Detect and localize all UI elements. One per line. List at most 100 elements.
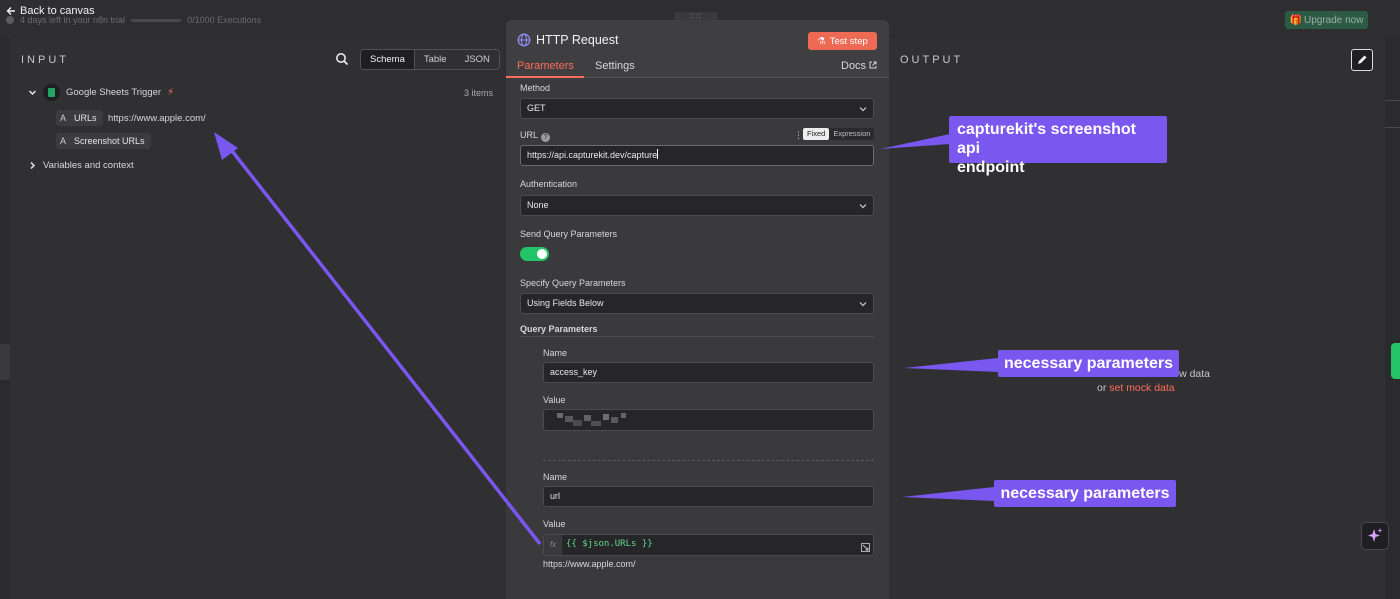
authentication-select[interactable]: None: [520, 195, 874, 216]
value-mode-toggle: Fixed Expression: [803, 128, 875, 140]
node-title[interactable]: HTTP Request: [536, 33, 618, 47]
flask-icon: ⚗: [817, 35, 826, 47]
trial-text: 4 days left in your n8n trial: [20, 15, 126, 25]
field-name: URLs: [74, 113, 97, 123]
query-params-label: Query Parameters: [520, 324, 598, 334]
param-name-input[interactable]: access_key: [543, 362, 874, 383]
url-label-text: URL: [520, 130, 539, 140]
globe-icon: [517, 33, 531, 47]
input-panel: INPUT Schema Table JSON Google Sheets Tr…: [10, 38, 506, 599]
variables-label: Variables and context: [43, 160, 134, 171]
field-chip-screenshot-urls[interactable]: A Screenshot URLs: [56, 133, 151, 149]
info-icon: [6, 16, 14, 24]
trigger-name: Google Sheets Trigger: [66, 87, 162, 98]
field-value: https://www.apple.com/: [108, 113, 206, 124]
executions-count: 0/1000 Executions: [187, 15, 262, 25]
specify-query-select[interactable]: Using Fields Below: [520, 293, 874, 314]
send-query-label: Send Query Parameters: [520, 229, 618, 239]
param-name-label: Name: [543, 472, 568, 482]
url-input[interactable]: https://api.capturekit.dev/capture: [520, 145, 874, 166]
set-mock-data-link[interactable]: set mock data: [1109, 382, 1174, 394]
node-settings-panel: HTTP Request ⚗ Test step Parameters Sett…: [506, 20, 889, 599]
param-name-value: access_key: [550, 367, 598, 377]
chevron-right-icon[interactable]: [28, 161, 37, 170]
edit-output-button[interactable]: [1351, 49, 1373, 71]
section-divider: [520, 336, 874, 337]
url-label: URL?: [520, 130, 551, 142]
callout-line: capturekit's screenshot api: [957, 121, 1136, 157]
param-value-label: Value: [543, 395, 566, 405]
chevron-down-icon[interactable]: [28, 88, 37, 97]
gift-icon: 🎁: [1289, 14, 1302, 26]
callout-endpoint: capturekit's screenshot api endpoint: [949, 116, 1167, 176]
trigger-node-row[interactable]: Google Sheets Trigger ⚡: [28, 84, 174, 101]
node-header: HTTP Request ⚗ Test step Parameters Sett…: [506, 20, 889, 78]
search-icon[interactable]: [335, 52, 349, 66]
chevron-down-icon: [859, 107, 867, 112]
google-sheets-icon: [43, 84, 60, 101]
test-step-button[interactable]: ⚗ Test step: [808, 32, 877, 50]
method-select[interactable]: GET: [520, 98, 874, 119]
param-name-label: Name: [543, 348, 568, 358]
authentication-value: None: [527, 200, 549, 210]
input-title: INPUT: [21, 54, 69, 66]
variables-row[interactable]: Variables and context: [28, 160, 134, 171]
method-label: Method: [520, 83, 551, 93]
text-cursor: [657, 149, 659, 159]
text-type-icon: A: [59, 113, 66, 123]
param-name-input[interactable]: url: [543, 486, 874, 507]
items-count: 3 items: [464, 88, 494, 98]
chevron-down-icon: [859, 204, 867, 209]
chevron-down-icon: [859, 302, 867, 307]
fx-icon: fx: [544, 535, 562, 555]
upgrade-button[interactable]: 🎁 Upgrade now: [1285, 11, 1368, 29]
tab-parameters[interactable]: Parameters: [517, 60, 574, 72]
bolt-icon: ⚡: [167, 87, 175, 98]
redacted-value: [557, 413, 626, 426]
url-value: https://api.capturekit.dev/capture: [527, 150, 658, 160]
specify-query-value: Using Fields Below: [527, 298, 604, 308]
sparkle-icon: [1368, 528, 1383, 542]
param-separator: [543, 460, 874, 461]
expression-result: https://www.apple.com/: [543, 559, 636, 569]
method-value: GET: [527, 103, 546, 113]
expand-icon[interactable]: [861, 543, 870, 552]
mock-data-line: or set mock data: [1097, 382, 1175, 394]
param-value-label: Value: [543, 519, 566, 529]
expression-text: {{ $json.URLs }}: [566, 539, 653, 549]
tab-settings[interactable]: Settings: [595, 60, 635, 72]
right-node-handle[interactable]: [1391, 343, 1400, 379]
docs-label: Docs: [841, 60, 867, 72]
mode-expression[interactable]: Expression: [829, 128, 874, 140]
callout-params: necessary parameters: [998, 350, 1179, 377]
toggle-knob: [537, 249, 547, 259]
view-json[interactable]: JSON: [456, 50, 499, 69]
ai-assistant-button[interactable]: [1361, 522, 1389, 550]
param-expression-input[interactable]: fx {{ $json.URLs }}: [543, 534, 874, 556]
field-chip-urls[interactable]: A URLs: [56, 110, 103, 126]
pencil-icon: [1358, 55, 1367, 64]
external-link-icon: [869, 61, 877, 69]
authentication-label: Authentication: [520, 179, 578, 189]
more-options-icon[interactable]: ⋮: [794, 130, 803, 141]
param-name-value: url: [550, 491, 561, 501]
mode-fixed[interactable]: Fixed: [803, 128, 830, 140]
view-switcher: Schema Table JSON: [360, 49, 500, 70]
send-query-toggle[interactable]: [520, 247, 549, 261]
view-schema[interactable]: Schema: [361, 50, 415, 69]
callout-params: necessary parameters: [994, 480, 1176, 507]
canvas-left-edge: [0, 38, 10, 599]
field-name: Screenshot URLs: [74, 136, 145, 146]
test-label: Test step: [829, 35, 868, 47]
canvas-right-item: [1385, 100, 1400, 128]
mock-prefix: or: [1097, 382, 1110, 394]
help-icon[interactable]: ?: [541, 133, 551, 142]
text-type-icon: A: [59, 136, 66, 146]
active-tab-indicator: [506, 76, 584, 78]
trial-info: 4 days left in your n8n trial 0/1000 Exe…: [6, 15, 261, 25]
specify-query-label: Specify Query Parameters: [520, 278, 626, 288]
executions-progress: [131, 18, 182, 22]
callout-line: endpoint: [957, 159, 1025, 176]
docs-link[interactable]: Docs: [841, 60, 877, 72]
view-table[interactable]: Table: [415, 50, 456, 69]
